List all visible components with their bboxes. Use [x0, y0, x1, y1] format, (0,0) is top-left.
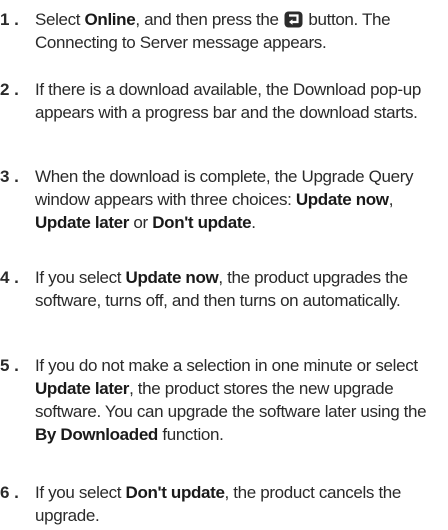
- step-text-segment: If there is a download available, the Do…: [35, 80, 421, 122]
- step-number: 1 .: [0, 10, 19, 29]
- step-number: 6 .: [0, 483, 19, 502]
- step-text-segment: If you select: [35, 268, 126, 287]
- step-text-segment: Select: [35, 10, 85, 29]
- step-text: When the download is complete, the Upgra…: [35, 165, 448, 234]
- step-text-bold: Don't update: [125, 483, 225, 502]
- step-text-bold: Update now: [125, 268, 219, 287]
- enter-button-icon: [284, 11, 303, 28]
- step-text: Select Online, and then press the button…: [35, 8, 448, 54]
- step-text-segment: function.: [157, 425, 224, 444]
- step-text-bold: Update later: [35, 379, 130, 398]
- step-text: If you do not make a selection in one mi…: [35, 354, 448, 446]
- step-text-segment: If you select: [35, 483, 126, 502]
- step-text: If you select Update now, the product up…: [35, 266, 448, 312]
- step-text-bold: Online: [84, 10, 136, 29]
- step-text-bold: Update now: [295, 190, 389, 209]
- step-text-segment: .: [251, 213, 256, 232]
- step-text: If you select Don't update, the product …: [35, 481, 448, 527]
- step-number: 5 .: [0, 356, 19, 375]
- step-text-segment: ,: [388, 190, 394, 209]
- step-number: 4 .: [0, 268, 19, 287]
- step-text-bold: By Downloaded: [35, 425, 158, 444]
- step-text-segment: , and then press the: [135, 10, 283, 29]
- step-text-bold: Don't update: [152, 213, 252, 232]
- step-number: 2 .: [0, 80, 19, 99]
- step-text: If there is a download available, the Do…: [35, 78, 448, 124]
- step-text-segment: or: [129, 213, 153, 232]
- step-text-segment: If you do not make a selection in one mi…: [35, 356, 418, 375]
- step-text-bold: Update later: [35, 213, 130, 232]
- step-number: 3 .: [0, 167, 19, 186]
